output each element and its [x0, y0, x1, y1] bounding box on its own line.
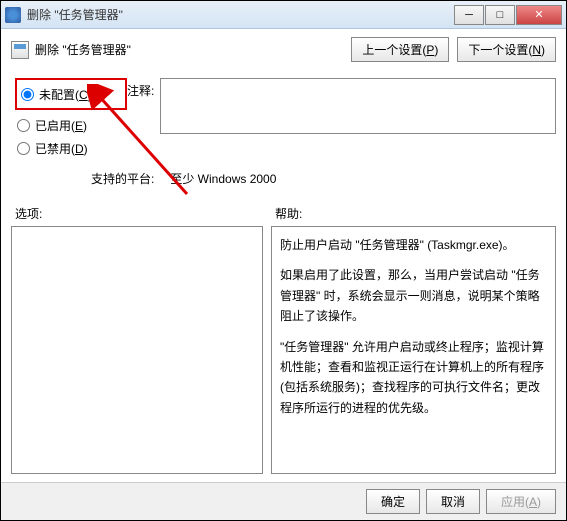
comment-area: 注释: [127, 78, 556, 160]
highlight-box: 未配置(C) [15, 78, 127, 110]
radio-group: 未配置(C) 已启用(E) 已禁用(D) [11, 78, 127, 160]
window-controls: ─ □ ✕ [454, 5, 562, 25]
header-row: 删除 "任务管理器" 上一个设置(P) 下一个设置(N) [11, 37, 556, 62]
comment-label: 注释: [127, 78, 154, 160]
help-p2: 如果启用了此设置，那么，当用户尝试启动 "任务管理器" 时，系统会显示一则消息，… [280, 265, 547, 326]
platform-row: 支持的平台: 至少 Windows 2000 [91, 170, 556, 187]
platform-value: 至少 Windows 2000 [170, 170, 276, 187]
radio-disabled[interactable]: 已禁用(D) [15, 137, 127, 160]
radio-disabled-input[interactable] [17, 142, 30, 155]
radio-enabled[interactable]: 已启用(E) [15, 114, 127, 137]
comment-textbox[interactable] [160, 78, 556, 134]
next-setting-button[interactable]: 下一个设置(N) [457, 37, 556, 62]
maximize-button[interactable]: □ [485, 5, 515, 25]
help-panel: 防止用户启动 "任务管理器" (Taskmgr.exe)。 如果启用了此设置，那… [271, 226, 556, 474]
policy-icon [11, 41, 29, 59]
window-title: 删除 "任务管理器" [27, 6, 454, 23]
radio-enabled-input[interactable] [17, 119, 30, 132]
cancel-button[interactable]: 取消 [426, 489, 480, 514]
options-panel [11, 226, 263, 474]
help-p1: 防止用户启动 "任务管理器" (Taskmgr.exe)。 [280, 235, 547, 255]
dialog-window: 删除 "任务管理器" ─ □ ✕ 删除 "任务管理器" 上一个设置(P) 下一个… [0, 0, 567, 521]
apply-button[interactable]: 应用(A) [486, 489, 556, 514]
prev-setting-button[interactable]: 上一个设置(P) [351, 37, 449, 62]
help-p3: "任务管理器" 允许用户启动或终止程序；监视计算机性能；查看和监视正运行在计算机… [280, 337, 547, 419]
content-area: 删除 "任务管理器" 上一个设置(P) 下一个设置(N) 未配置(C) 已启用(… [1, 29, 566, 482]
radio-unconfigured-input[interactable] [21, 88, 34, 101]
section-labels: 选项: 帮助: [11, 205, 556, 222]
footer: 确定 取消 应用(A) [1, 482, 566, 520]
panels-row: 防止用户启动 "任务管理器" (Taskmgr.exe)。 如果启用了此设置，那… [11, 226, 556, 474]
close-button[interactable]: ✕ [516, 5, 562, 25]
ok-button[interactable]: 确定 [366, 489, 420, 514]
radio-unconfigured[interactable]: 未配置(C) [19, 83, 123, 106]
app-icon [5, 7, 21, 23]
options-label: 选项: [11, 205, 271, 222]
policy-title: 删除 "任务管理器" [35, 41, 351, 58]
platform-label: 支持的平台: [91, 170, 154, 187]
nav-buttons: 上一个设置(P) 下一个设置(N) [351, 37, 556, 62]
help-label: 帮助: [271, 205, 302, 222]
config-row: 未配置(C) 已启用(E) 已禁用(D) 注释: [11, 78, 556, 160]
minimize-button[interactable]: ─ [454, 5, 484, 25]
titlebar: 删除 "任务管理器" ─ □ ✕ [1, 1, 566, 29]
